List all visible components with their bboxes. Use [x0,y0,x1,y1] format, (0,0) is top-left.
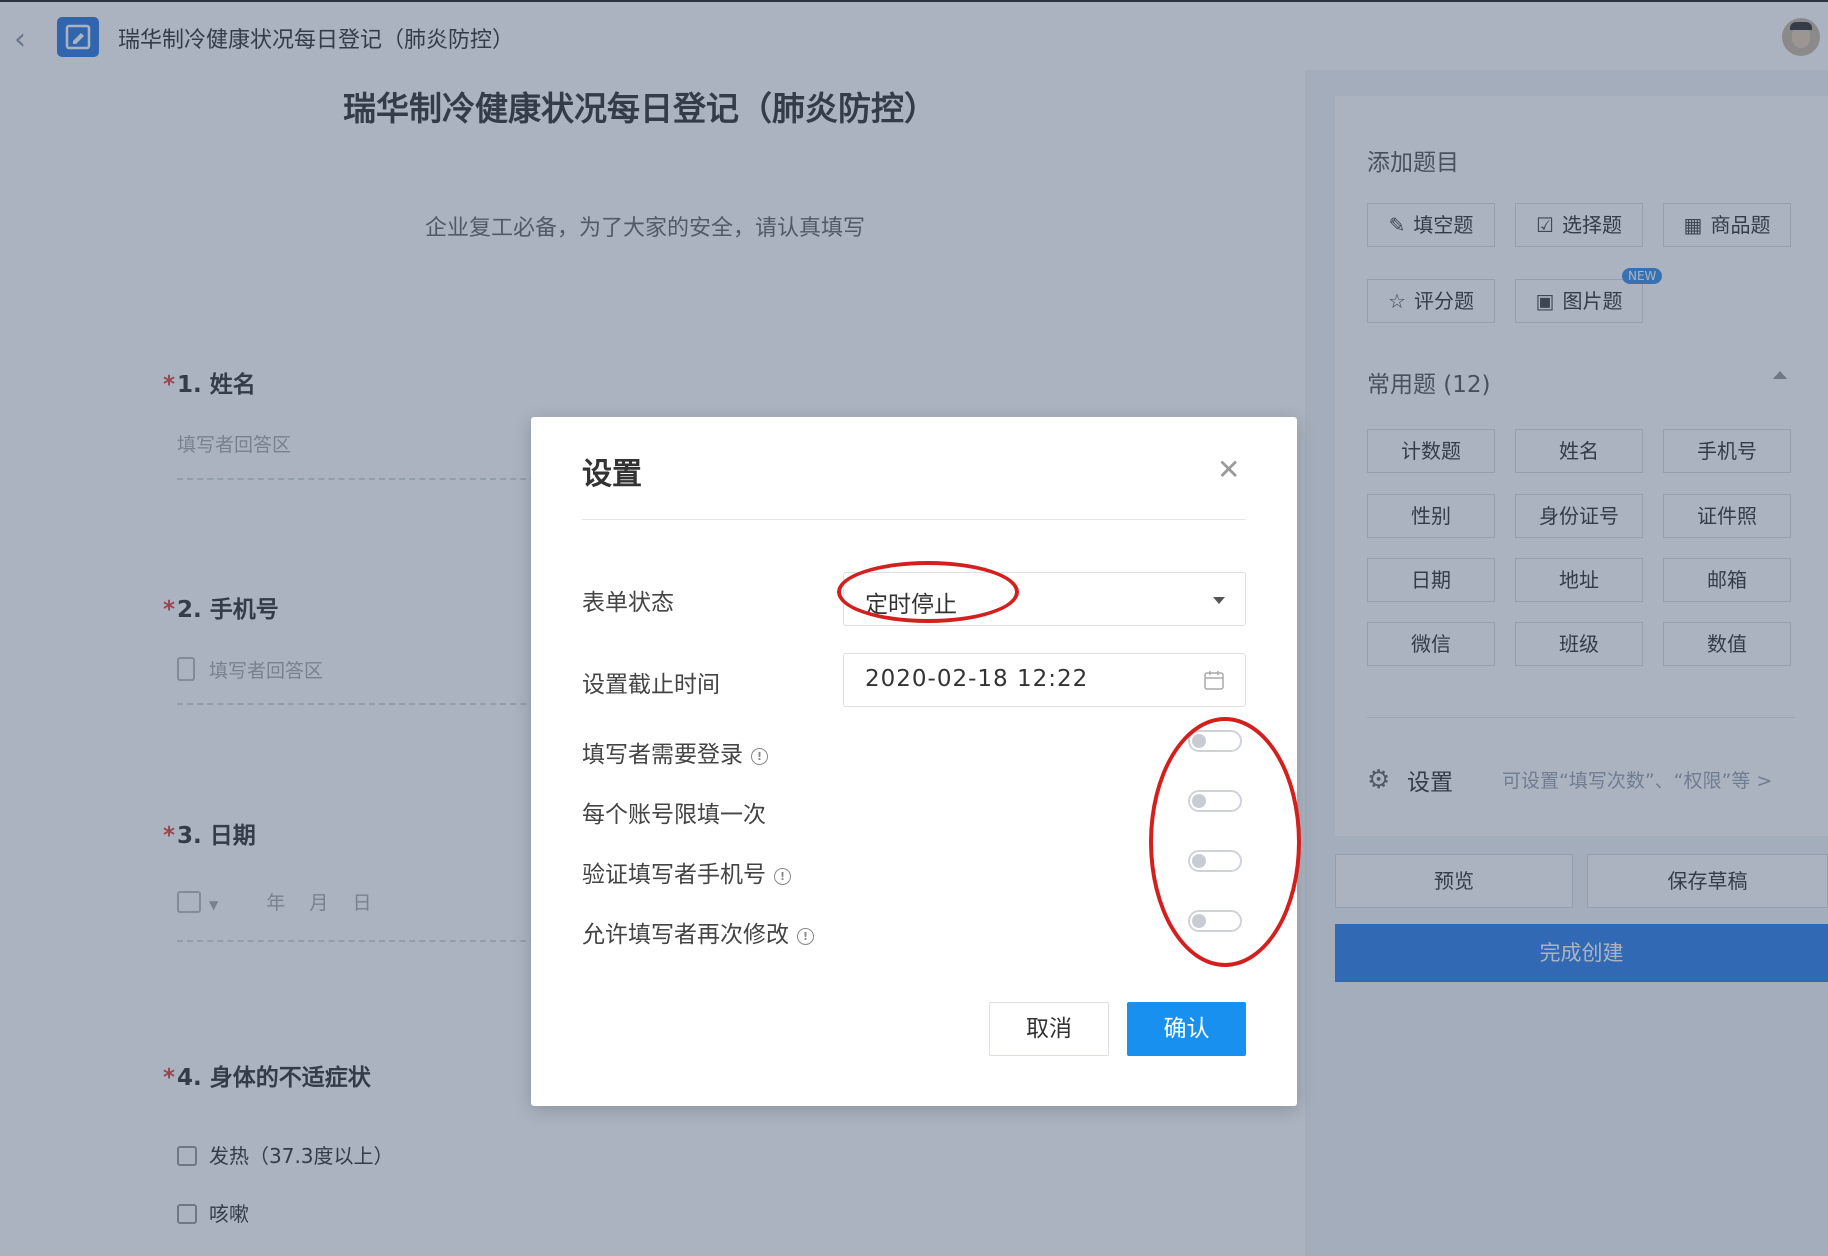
annotation-oval-toggles [1149,717,1301,967]
deadline-value: 2020-02-18 12:22 [865,666,1089,692]
chevron-down-icon [1213,597,1225,604]
deadline-datetime-input[interactable]: 2020-02-18 12:22 [843,653,1246,707]
info-icon[interactable]: ! [774,868,791,885]
form-status-label: 表单状态 [582,590,674,616]
calendar-icon[interactable] [1203,669,1225,691]
toggle-label-verify-phone: 验证填写者手机号! [582,855,791,889]
divider [582,519,1246,520]
annotation-oval-status [837,561,1019,623]
toggle-label-login: 填写者需要登录! [582,735,768,769]
dialog-title: 设置 [582,457,642,492]
toggle-label-allow-edit: 允许填写者再次修改! [582,915,814,949]
toggle-label-once: 每个账号限填一次 [582,802,766,828]
cancel-button[interactable]: 取消 [989,1002,1109,1056]
info-icon[interactable]: ! [751,748,768,765]
info-icon[interactable]: ! [797,928,814,945]
close-icon[interactable]: ✕ [1217,453,1240,486]
confirm-button[interactable]: 确认 [1127,1002,1246,1056]
deadline-label: 设置截止时间 [582,672,720,698]
